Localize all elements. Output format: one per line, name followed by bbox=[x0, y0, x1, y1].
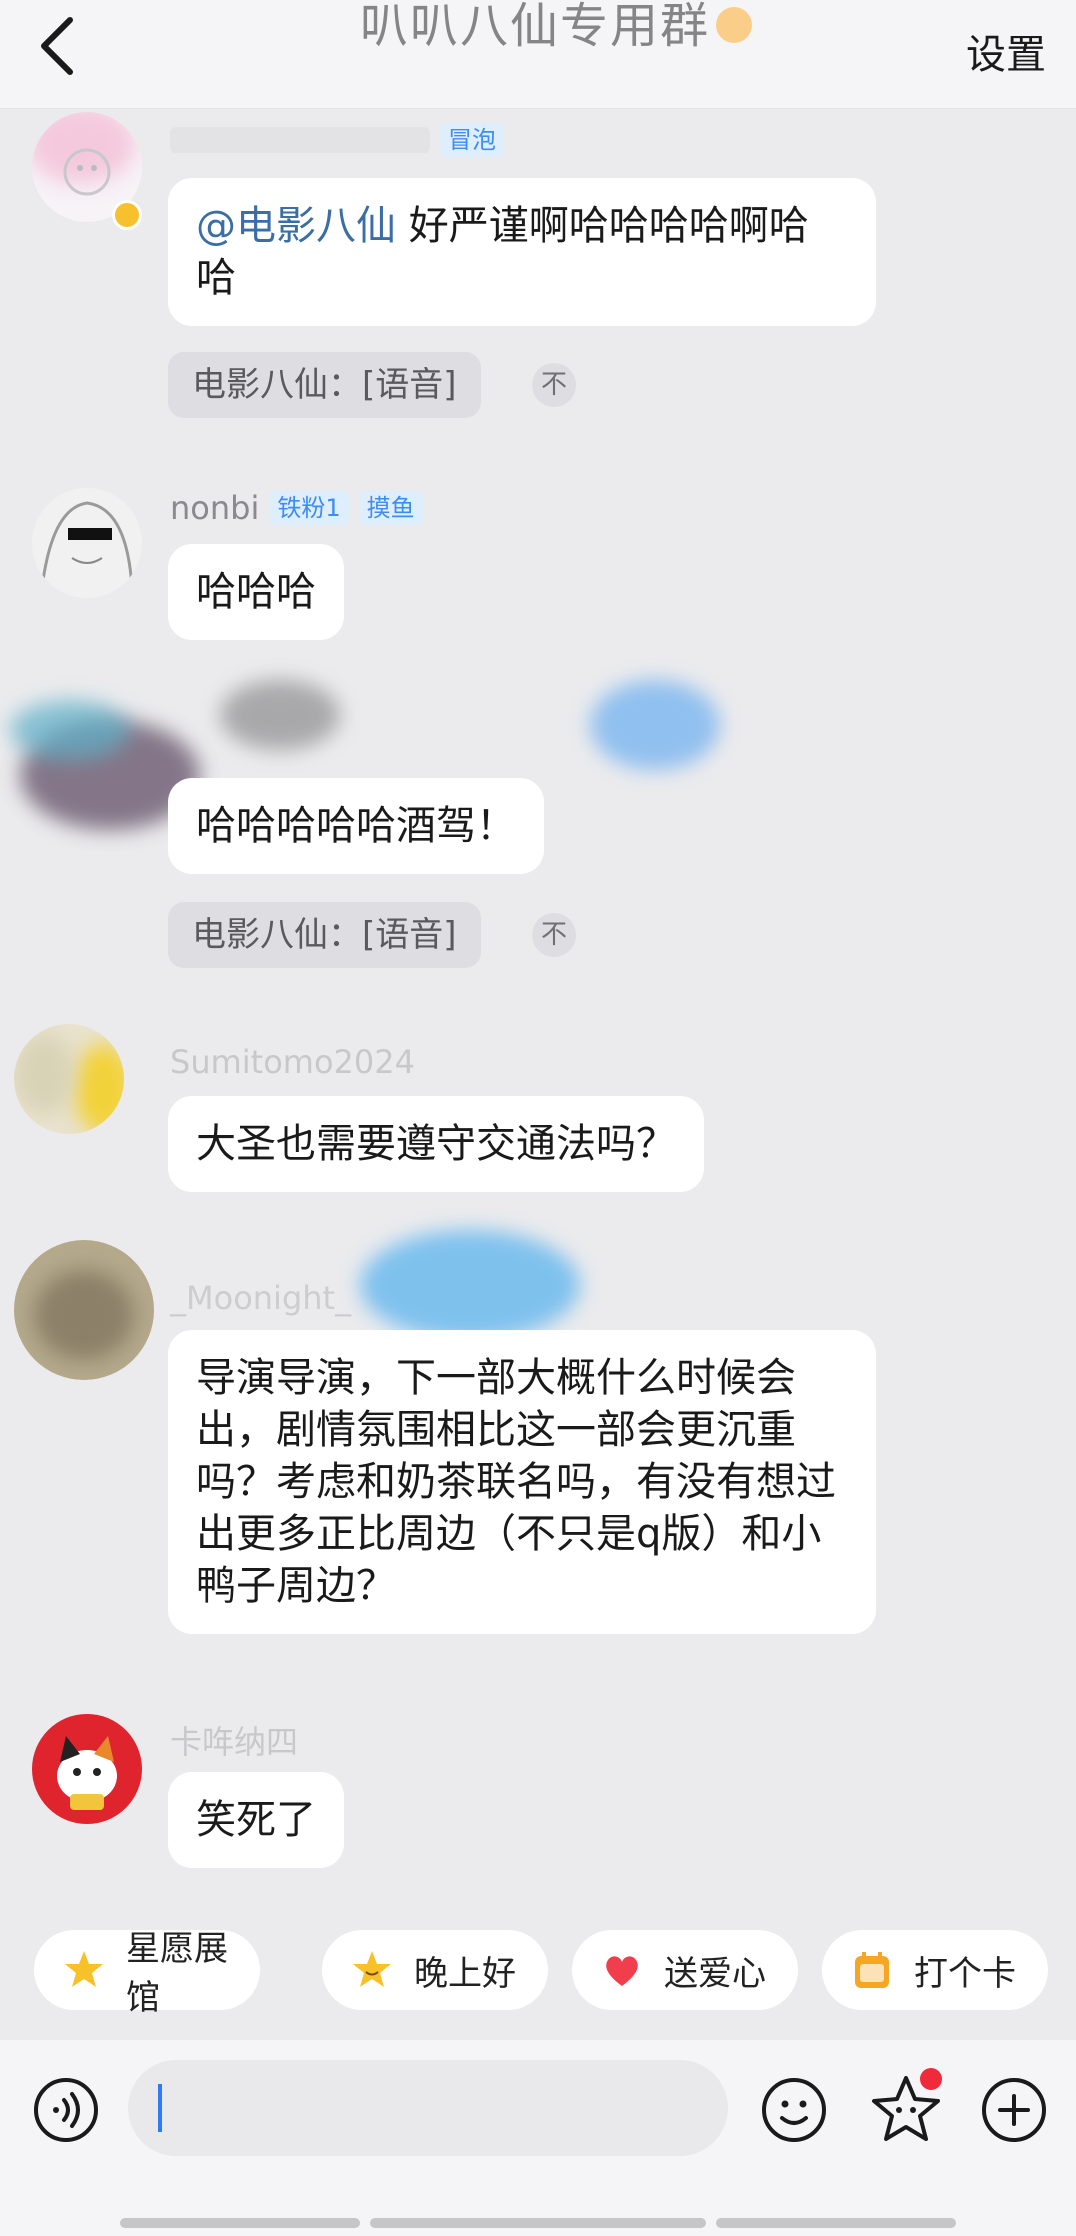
text-caret bbox=[158, 2084, 162, 2132]
quote-jump-icon[interactable]: 不 bbox=[532, 363, 576, 407]
message-text: 笑死了 bbox=[196, 1797, 316, 1843]
message-bubble[interactable]: @电影八仙 好严谨啊哈哈哈哈啊哈哈 bbox=[168, 178, 876, 326]
message-bubble[interactable]: 导演导演，下一部大概什么时候会出，剧情氛围相比这一部会更沉重吗？考虑和奶茶联名吗… bbox=[168, 1330, 876, 1634]
quick-action-label: 晚上好 bbox=[414, 1953, 516, 1994]
back-arrow-icon[interactable] bbox=[30, 12, 90, 82]
cat-avatar-icon bbox=[57, 1736, 117, 1810]
sender-name: Sumitomo2024 bbox=[170, 1043, 415, 1081]
quick-action-label: 送爱心 bbox=[664, 1953, 766, 1994]
message-bubble[interactable]: 哈哈哈哈哈酒驾！ bbox=[168, 778, 544, 874]
sender-name: _Moonight_ bbox=[170, 1279, 352, 1317]
star-icon bbox=[65, 1951, 103, 1987]
quick-action-good-evening[interactable]: 晚上好 bbox=[322, 1930, 548, 2010]
quick-action-send-love[interactable]: 送爱心 bbox=[572, 1930, 798, 2010]
role-badge: 摸鱼 bbox=[358, 491, 423, 525]
sender-row: Sumitomo2024 bbox=[170, 1042, 415, 1082]
chat-title-text: 叭叭八仙专用群 bbox=[360, 0, 711, 54]
mention-link[interactable]: @电影八仙 bbox=[196, 203, 396, 249]
message-bubble[interactable]: 哈哈哈 bbox=[168, 544, 344, 640]
heart-icon bbox=[606, 1956, 638, 1986]
quick-action-label: 星愿展馆 bbox=[126, 1929, 228, 2018]
message-input[interactable] bbox=[128, 2060, 728, 2156]
quote-jump-icon[interactable]: 不 bbox=[532, 913, 576, 957]
quoted-reply[interactable]: 电影八仙：[语音] bbox=[168, 352, 481, 418]
message-text: 哈哈哈哈哈酒驾！ bbox=[196, 803, 516, 849]
avatar[interactable] bbox=[32, 1714, 142, 1824]
home-indicator bbox=[370, 2218, 706, 2228]
settings-button[interactable]: 设置 bbox=[966, 22, 1046, 80]
message-bubble[interactable]: 笑死了 bbox=[168, 1772, 344, 1868]
avatar[interactable] bbox=[14, 1024, 124, 1134]
fan-level-badge: 铁粉1 bbox=[269, 491, 349, 525]
home-indicator bbox=[716, 2218, 956, 2228]
message-text: 哈哈哈 bbox=[196, 569, 316, 615]
home-indicator bbox=[120, 2218, 360, 2228]
avatar-drawing-icon bbox=[40, 501, 134, 589]
avatar[interactable] bbox=[14, 1240, 154, 1380]
quick-action-check-in[interactable]: 打个卡 bbox=[822, 1930, 1048, 2010]
sender-row: _Moonight_ bbox=[170, 1278, 351, 1318]
message-bubble[interactable]: 大圣也需要遵守交通法吗？ bbox=[168, 1096, 704, 1192]
role-badge: 冒泡 bbox=[440, 123, 504, 157]
quick-action-bar: 星愿展馆 晚上好 送爱心 打个卡 bbox=[0, 1929, 1076, 2020]
voice-input-icon[interactable] bbox=[32, 2076, 100, 2144]
plus-icon[interactable] bbox=[980, 2076, 1048, 2144]
input-bar bbox=[0, 2040, 1076, 2236]
chat-title: 叭叭八仙专用群 bbox=[360, 0, 760, 56]
emoji-icon[interactable] bbox=[760, 2076, 828, 2144]
sender-row: 冒泡 bbox=[170, 120, 504, 160]
sender-row: 卡哖纳四 bbox=[170, 1720, 299, 1761]
calendar-icon bbox=[855, 1952, 889, 1988]
avatar[interactable] bbox=[32, 488, 142, 598]
quoted-reply[interactable]: 电影八仙：[语音] bbox=[168, 902, 481, 968]
sender-name: nonbi bbox=[170, 489, 260, 527]
message-text: 导演导演，下一部大概什么时候会出，剧情氛围相比这一部会更沉重吗？考虑和奶茶联名吗… bbox=[196, 1355, 836, 1609]
sender-name: 卡哖纳四 bbox=[170, 1723, 299, 1761]
verified-badge-icon bbox=[112, 200, 142, 230]
notification-dot bbox=[920, 2068, 942, 2090]
scribble-overlay bbox=[360, 1230, 580, 1340]
quick-action-label: 打个卡 bbox=[914, 1953, 1016, 1994]
message-text: 大圣也需要遵守交通法吗？ bbox=[196, 1121, 676, 1167]
sender-name bbox=[170, 127, 430, 153]
top-bar: 叭叭八仙专用群 设置 bbox=[0, 0, 1076, 109]
avatar-drawing-icon bbox=[63, 148, 111, 196]
smiling-star-icon bbox=[353, 1951, 391, 1987]
sender-row: nonbi 铁粉1 摸鱼 bbox=[170, 488, 423, 528]
quick-action-star-hall[interactable]: 星愿展馆 bbox=[34, 1929, 260, 2018]
group-badge-icon bbox=[716, 7, 753, 43]
